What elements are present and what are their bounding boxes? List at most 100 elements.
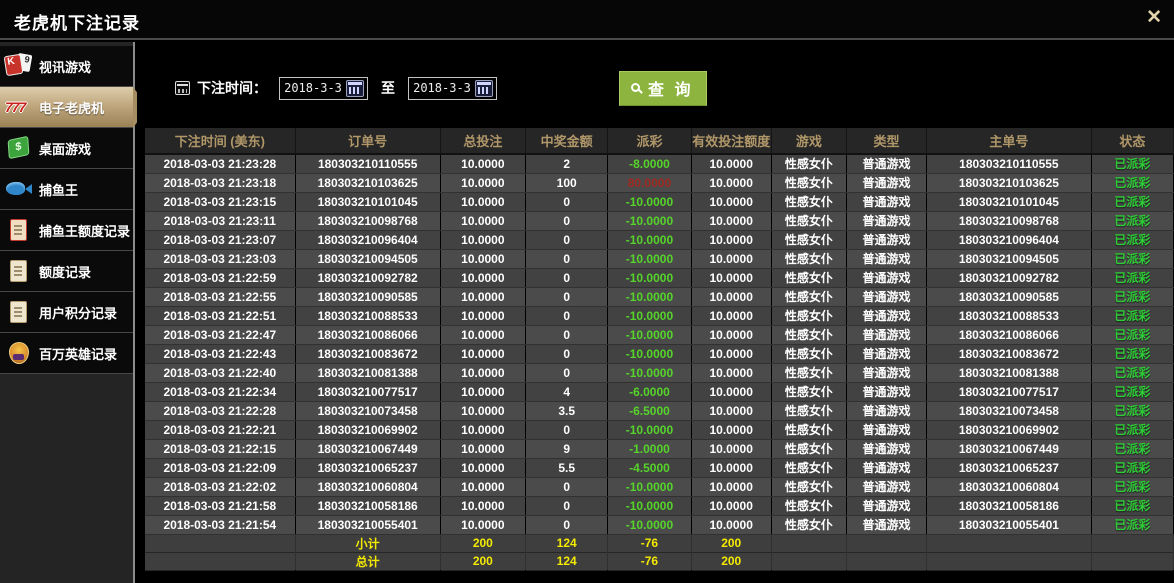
cell-main-order: 180303210101045: [926, 192, 1092, 212]
sidebar-item[interactable]: 额度记录: [0, 251, 133, 292]
table-row: 2018-03-03 21:23:11 180303210098768 10.0…: [145, 211, 1174, 231]
cell-payout: -10.0000: [607, 287, 692, 307]
cell-game: 性感女仆: [771, 211, 847, 231]
table-row: 2018-03-03 21:23:03 180303210094505 10.0…: [145, 249, 1174, 269]
cell-order-no: 180303210083672: [295, 344, 441, 364]
cell-win-amount: 0: [525, 230, 609, 250]
cell-order-no: 180303210096404: [295, 230, 441, 250]
quota-doc-icon: [5, 258, 33, 284]
start-date-input[interactable]: [280, 81, 346, 95]
cell-type: 普通游戏: [846, 382, 928, 402]
slot-777-icon: [5, 94, 33, 120]
bet-time-label: 下注时间：: [197, 80, 267, 96]
cell-payout: -6.0000: [607, 382, 692, 402]
cell-type: 普通游戏: [846, 363, 928, 383]
cell-order-no: 180303210090585: [295, 287, 441, 307]
cell-game: 性感女仆: [771, 306, 847, 326]
cell-payout: -10.0000: [607, 420, 692, 440]
cell-total-bet: 10.0000: [440, 325, 527, 345]
col-header-game: 游戏: [771, 128, 847, 155]
cell-total-bet: 10.0000: [440, 249, 527, 269]
sidebar: 视讯游戏 电子老虎机 桌面游戏 捕鱼王 捕鱼王额度记录: [0, 42, 148, 583]
cell-game: 性感女仆: [771, 439, 847, 459]
cell-payout: -10.0000: [607, 363, 692, 383]
cell-order-no: 180303210067449: [295, 439, 441, 459]
cell-total-bet: 10.0000: [440, 173, 527, 193]
end-date-calendar-button[interactable]: [475, 79, 493, 97]
cell-bet-time: 2018-03-03 21:22:40: [145, 363, 296, 383]
total-row: 总计 200 124 -76 200: [145, 552, 1174, 570]
sidebar-item-label: 额度记录: [39, 264, 92, 280]
total-row: 小计 200 124 -76 200: [145, 534, 1174, 552]
cell-game: 性感女仆: [771, 515, 847, 535]
cell-status: 已派彩: [1091, 154, 1174, 174]
cell-bet-time: 2018-03-03 21:23:07: [145, 230, 296, 250]
sidebar-item[interactable]: 视讯游戏: [0, 46, 133, 87]
search-button[interactable]: 查 询: [619, 70, 708, 106]
cell-main-order: 180303210055401: [926, 515, 1092, 535]
cell-status: 已派彩: [1091, 230, 1174, 250]
cell-main-order: 180303210081388: [926, 363, 1092, 383]
close-icon[interactable]: ✕: [1146, 6, 1162, 29]
cell-valid-bet: 10.0000: [691, 325, 772, 345]
cell-type: 普通游戏: [846, 325, 928, 345]
total-bet: 200: [440, 534, 527, 552]
records-table-container: 下注时间 (美东) 订单号 总投注 中奖金额 派彩 有效投注额度 游戏 类型 主…: [145, 128, 1174, 571]
cell-main-order: 180303210103625: [926, 173, 1092, 193]
cell-total-bet: 10.0000: [440, 496, 527, 516]
sidebar-item[interactable]: 用户积分记录: [0, 292, 133, 333]
total-valid: 200: [691, 552, 772, 570]
cards-icon: [5, 53, 33, 79]
cell-valid-bet: 10.0000: [691, 363, 772, 383]
cell-status: 已派彩: [1091, 249, 1174, 269]
cell-bet-time: 2018-03-03 21:23:28: [145, 154, 296, 174]
table-row: 2018-03-03 21:22:51 180303210088533 10.0…: [145, 306, 1174, 326]
table-row: 2018-03-03 21:22:43 180303210083672 10.0…: [145, 344, 1174, 364]
total-win: 124: [525, 552, 609, 570]
table-row: 2018-03-03 21:22:34 180303210077517 10.0…: [145, 382, 1174, 402]
table-row: 2018-03-03 21:23:07 180303210096404 10.0…: [145, 230, 1174, 250]
cell-main-order: 180303210094505: [926, 249, 1092, 269]
fish-icon: [5, 176, 33, 202]
cell-bet-time: 2018-03-03 21:23:03: [145, 249, 296, 269]
to-label: 至: [381, 80, 395, 96]
cell-total-bet: 10.0000: [440, 287, 527, 307]
total-bet: 200: [440, 552, 527, 570]
cell-total-bet: 10.0000: [440, 154, 527, 174]
cell-type: 普通游戏: [846, 192, 928, 212]
cell-win-amount: 0: [525, 249, 609, 269]
cell-total-bet: 10.0000: [440, 420, 527, 440]
sidebar-item[interactable]: 电子老虎机: [0, 87, 148, 128]
cell-main-order: 180303210077517: [926, 382, 1092, 402]
cell-win-amount: 0: [525, 496, 609, 516]
cell-win-amount: 0: [525, 420, 609, 440]
cell-game: 性感女仆: [771, 401, 847, 421]
cell-total-bet: 10.0000: [440, 363, 527, 383]
cell-order-no: 180303210110555: [295, 154, 441, 174]
cell-valid-bet: 10.0000: [691, 401, 772, 421]
sidebar-item[interactable]: 捕鱼王额度记录: [0, 210, 133, 251]
cell-win-amount: 0: [525, 363, 609, 383]
records-table: 下注时间 (美东) 订单号 总投注 中奖金额 派彩 有效投注额度 游戏 类型 主…: [145, 128, 1174, 571]
cell-game: 性感女仆: [771, 496, 847, 516]
cell-main-order: 180303210058186: [926, 496, 1092, 516]
table-row: 2018-03-03 21:22:09 180303210065237 10.0…: [145, 458, 1174, 478]
sidebar-item[interactable]: 百万英雄记录: [0, 333, 133, 374]
cell-payout: -10.0000: [607, 268, 692, 288]
cell-game: 性感女仆: [771, 230, 847, 250]
sidebar-item[interactable]: 桌面游戏: [0, 128, 133, 169]
end-date-input[interactable]: [409, 81, 475, 95]
start-date-calendar-button[interactable]: [346, 79, 364, 97]
sidebar-item-label: 捕鱼王额度记录: [39, 223, 131, 239]
cell-valid-bet: 10.0000: [691, 477, 772, 497]
sidebar-item[interactable]: 捕鱼王: [0, 169, 133, 210]
cell-order-no: 180303210103625: [295, 173, 441, 193]
cell-main-order: 180303210067449: [926, 439, 1092, 459]
cell-type: 普通游戏: [846, 173, 928, 193]
cell-game: 性感女仆: [771, 173, 847, 193]
table-row: 2018-03-03 21:21:54 180303210055401 10.0…: [145, 515, 1174, 535]
cell-win-amount: 9: [525, 439, 609, 459]
cell-total-bet: 10.0000: [440, 211, 527, 231]
table-row: 2018-03-03 21:22:21 180303210069902 10.0…: [145, 420, 1174, 440]
cell-bet-time: 2018-03-03 21:23:15: [145, 192, 296, 212]
